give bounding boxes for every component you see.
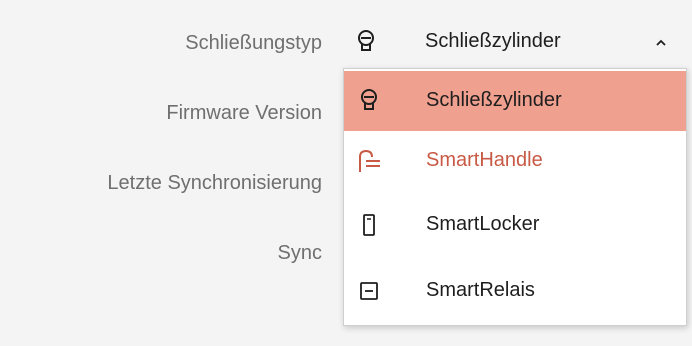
- option-label: SmartRelais: [426, 279, 535, 301]
- option-smartrelais[interactable]: SmartRelais: [344, 261, 686, 321]
- smartrelais-icon: [360, 282, 378, 300]
- lock-type-dropdown: Schließzylinder SmartHandle SmartLocker …: [343, 68, 687, 326]
- option-label: SmartLocker: [426, 213, 540, 235]
- option-smartlocker[interactable]: SmartLocker: [344, 195, 686, 255]
- firmware-version-label: Firmware Version: [166, 102, 322, 124]
- cylinder-lock-icon: [358, 30, 374, 51]
- lock-type-select[interactable]: Schließzylinder: [343, 16, 689, 68]
- chevron-up-icon[interactable]: [654, 36, 668, 50]
- lock-type-selected-value: Schließzylinder: [425, 30, 561, 52]
- option-schliesszylinder[interactable]: Schließzylinder: [344, 71, 686, 131]
- option-label: SmartHandle: [426, 149, 543, 171]
- option-smarthandle[interactable]: SmartHandle: [344, 131, 686, 191]
- cylinder-lock-icon: [361, 89, 377, 110]
- smartlocker-icon: [363, 214, 375, 236]
- smarthandle-icon: [359, 149, 380, 172]
- lock-type-label: Schließungstyp: [185, 32, 322, 54]
- sync-label: Sync: [277, 242, 322, 264]
- option-label: Schließzylinder: [426, 89, 562, 111]
- last-sync-label: Letzte Synchronisierung: [107, 172, 322, 194]
